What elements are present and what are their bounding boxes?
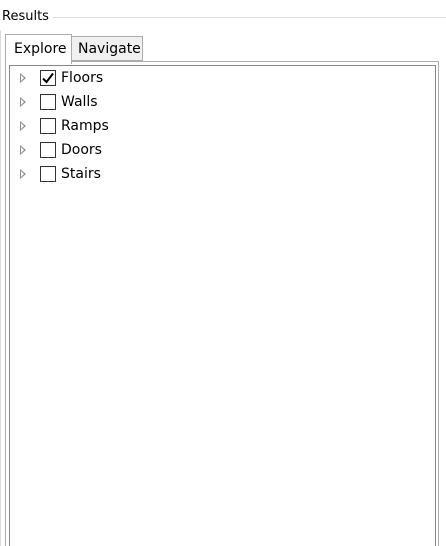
floors-checkbox[interactable] <box>40 70 56 86</box>
tree-item-label: Doors <box>61 142 102 158</box>
tree-item-walls[interactable]: Walls <box>10 90 435 114</box>
results-tree[interactable]: Floors Walls Ramps Doors Stairs <box>9 65 436 546</box>
group-box-top-border <box>53 17 446 18</box>
expand-arrow-icon[interactable] <box>20 145 26 155</box>
tree-item-floors[interactable]: Floors <box>10 66 435 90</box>
ramps-checkbox[interactable] <box>40 118 56 134</box>
stairs-checkbox[interactable] <box>40 166 56 182</box>
tree-item-stairs[interactable]: Stairs <box>10 162 435 186</box>
tab-explore[interactable]: Explore <box>5 34 72 64</box>
doors-checkbox[interactable] <box>40 142 56 158</box>
expand-arrow-icon[interactable] <box>20 169 26 179</box>
group-box-left-border <box>0 30 1 546</box>
tree-item-label: Walls <box>61 94 98 110</box>
checkmark-icon <box>42 72 54 84</box>
results-panel: Results Explore Navigate Floors Walls Ra… <box>0 0 446 546</box>
expand-arrow-icon[interactable] <box>20 97 26 107</box>
tab-panel-explore: Floors Walls Ramps Doors Stairs <box>5 61 439 546</box>
tab-navigate[interactable]: Navigate <box>72 36 143 61</box>
tree-item-label: Ramps <box>61 118 109 134</box>
tree-item-doors[interactable]: Doors <box>10 138 435 162</box>
tree-item-ramps[interactable]: Ramps <box>10 114 435 138</box>
expand-arrow-icon[interactable] <box>20 121 26 131</box>
expand-arrow-icon[interactable] <box>20 73 26 83</box>
tree-item-label: Stairs <box>61 166 101 182</box>
tree-item-label: Floors <box>61 70 104 86</box>
group-box-title: Results <box>2 8 52 26</box>
walls-checkbox[interactable] <box>40 94 56 110</box>
